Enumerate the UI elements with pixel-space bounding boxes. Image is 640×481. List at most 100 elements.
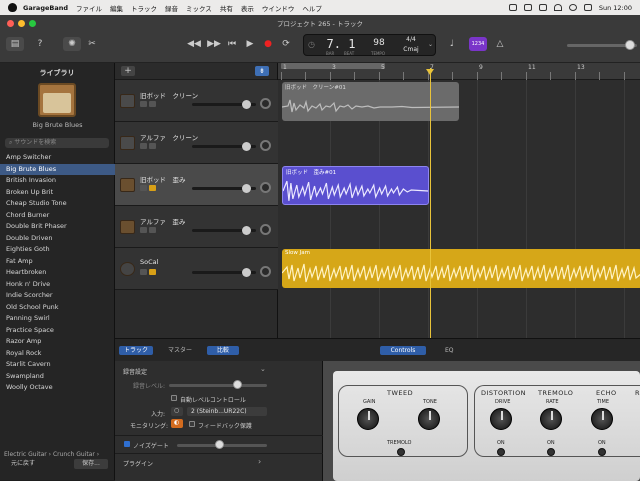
mute-button[interactable] bbox=[140, 227, 147, 233]
rate-knob[interactable] bbox=[540, 408, 562, 430]
track-header[interactable]: SoCal bbox=[115, 248, 278, 290]
smart-filter-button[interactable]: ⇟ bbox=[255, 66, 269, 76]
menu-help[interactable]: ヘルプ bbox=[302, 3, 322, 13]
editors-button[interactable]: ✂ bbox=[84, 37, 100, 51]
lcd-display[interactable]: ◷ 7. 1 BAR BEAT 98 TEMPO 4/4 Cmaj ⌄ bbox=[303, 34, 436, 56]
tab-track[interactable]: トラック bbox=[119, 346, 154, 355]
track-header[interactable]: アルファ クリーン bbox=[115, 122, 278, 164]
library-item[interactable]: Royal Rock bbox=[0, 348, 115, 360]
drive-knob[interactable] bbox=[490, 408, 512, 430]
compare-button[interactable]: 比較 bbox=[207, 346, 239, 355]
headphones-button[interactable] bbox=[149, 101, 156, 107]
library-item[interactable]: Chord Burner bbox=[0, 210, 115, 222]
menu-view[interactable]: 表示 bbox=[241, 3, 254, 13]
tab-controls[interactable]: Controls bbox=[380, 346, 426, 355]
library-item[interactable]: Indie Scorcher bbox=[0, 290, 115, 302]
help-button[interactable]: ? bbox=[32, 37, 48, 51]
control-center-icon[interactable] bbox=[583, 4, 592, 11]
track-header[interactable]: 旧ボッド 歪み bbox=[115, 164, 278, 206]
library-item[interactable]: Swampland bbox=[0, 371, 115, 383]
cycle-button[interactable]: ⟳ bbox=[278, 37, 294, 51]
track-header[interactable]: アルファ 歪み bbox=[115, 206, 278, 248]
distortion-on-switch[interactable] bbox=[497, 448, 505, 456]
auto-level-checkbox[interactable] bbox=[171, 395, 177, 401]
menu-track[interactable]: トラック bbox=[131, 3, 157, 13]
collapse-icon[interactable]: ⌄ bbox=[260, 365, 266, 373]
menu-edit[interactable]: 編集 bbox=[110, 3, 123, 13]
monitoring-button[interactable]: ◐ bbox=[171, 419, 183, 428]
gain-knob[interactable] bbox=[357, 408, 379, 430]
rewind-button[interactable]: ◀◀ bbox=[186, 37, 202, 51]
library-item[interactable]: Heartbroken bbox=[0, 267, 115, 279]
record-level-slider[interactable] bbox=[169, 380, 267, 389]
tab-eq[interactable]: EQ bbox=[440, 346, 459, 355]
mute-button[interactable] bbox=[140, 185, 147, 191]
library-item[interactable]: Broken Up Brit bbox=[0, 187, 115, 199]
count-in-button[interactable]: 1234 bbox=[469, 37, 487, 51]
headphones-button[interactable] bbox=[149, 185, 156, 191]
library-item[interactable]: Starlit Cavern bbox=[0, 359, 115, 371]
input-select[interactable]: 2 (Steinb...UR22C) bbox=[187, 407, 267, 416]
go-to-beginning-button[interactable]: ⏮ bbox=[224, 37, 240, 51]
track-pan-knob[interactable] bbox=[260, 266, 271, 277]
track-volume-slider[interactable] bbox=[192, 100, 256, 109]
library-breadcrumb[interactable]: Electric Guitar › Crunch Guitar › bbox=[0, 451, 115, 458]
battery-icon[interactable] bbox=[538, 4, 547, 11]
fast-forward-button[interactable]: ▶▶ bbox=[206, 37, 222, 51]
audio-region[interactable]: 旧ボッド クリーン#01 bbox=[282, 82, 459, 121]
library-item[interactable]: Amp Switcher bbox=[0, 152, 115, 164]
library-item[interactable]: Woolly Octave bbox=[0, 382, 115, 394]
app-menu[interactable]: GarageBand bbox=[23, 4, 68, 12]
menu-record[interactable]: 録音 bbox=[165, 3, 178, 13]
track-header[interactable]: 旧ボッド クリーン bbox=[115, 80, 278, 122]
library-item[interactable]: Big Brute Blues bbox=[0, 163, 115, 175]
track-volume-knob[interactable] bbox=[242, 184, 251, 193]
track-volume-slider[interactable] bbox=[192, 184, 256, 193]
input-channel-button[interactable]: ○ bbox=[171, 407, 183, 416]
mute-button[interactable] bbox=[140, 101, 147, 107]
library-item[interactable]: Eighties Goth bbox=[0, 244, 115, 256]
record-button[interactable]: ● bbox=[260, 37, 276, 51]
track-pan-knob[interactable] bbox=[260, 140, 271, 151]
menu-share[interactable]: 共有 bbox=[220, 3, 233, 13]
track-pan-knob[interactable] bbox=[260, 224, 271, 235]
track-volume-slider[interactable] bbox=[192, 226, 256, 235]
library-item[interactable]: Old School Punk bbox=[0, 302, 115, 314]
tuner-button[interactable]: ♩ bbox=[444, 37, 460, 51]
noise-gate-slider[interactable] bbox=[177, 440, 267, 449]
menu-clock[interactable]: Sun 12:00 bbox=[599, 4, 632, 12]
smart-controls-button[interactable]: ✺ bbox=[63, 37, 81, 51]
menu-window[interactable]: ウインドウ bbox=[262, 3, 295, 13]
playhead[interactable] bbox=[430, 68, 431, 338]
track-volume-knob[interactable] bbox=[242, 142, 251, 151]
search-icon[interactable] bbox=[568, 4, 577, 11]
track-volume-slider[interactable] bbox=[192, 142, 256, 151]
menu-file[interactable]: ファイル bbox=[76, 3, 102, 13]
library-button[interactable]: ▤ bbox=[6, 37, 24, 51]
tab-master[interactable]: マスター bbox=[163, 346, 197, 355]
timeline-ruler[interactable]: 1 3 5 7 9 11 13 bbox=[278, 63, 640, 80]
library-item[interactable]: Practice Space bbox=[0, 325, 115, 337]
noise-gate-checkbox[interactable] bbox=[124, 441, 130, 447]
tremolo-on-switch[interactable] bbox=[547, 448, 555, 456]
revert-button[interactable]: 元に戻す bbox=[6, 459, 40, 469]
plugins-label[interactable]: プラグイン bbox=[123, 459, 153, 468]
mute-button[interactable] bbox=[140, 269, 147, 275]
mute-button[interactable] bbox=[140, 143, 147, 149]
screen-icon[interactable] bbox=[508, 4, 517, 11]
display-icon[interactable] bbox=[523, 4, 532, 11]
master-volume-knob[interactable] bbox=[625, 40, 635, 50]
headphones-button[interactable] bbox=[149, 269, 156, 275]
record-level-knob[interactable] bbox=[233, 380, 242, 389]
audio-region[interactable]: 旧ボッド 歪み#01 bbox=[282, 166, 429, 205]
play-button[interactable]: ▶ bbox=[242, 37, 258, 51]
menu-mix[interactable]: ミックス bbox=[186, 3, 212, 13]
feedback-protection-checkbox[interactable] bbox=[189, 421, 195, 427]
master-volume-slider[interactable] bbox=[567, 40, 637, 50]
tremolo-switch[interactable] bbox=[397, 448, 405, 456]
headphones-button[interactable] bbox=[149, 227, 156, 233]
track-pan-knob[interactable] bbox=[260, 182, 271, 193]
library-item[interactable]: Panning Swirl bbox=[0, 313, 115, 325]
library-item[interactable]: Cheap Studio Tone bbox=[0, 198, 115, 210]
library-item[interactable]: Double Brit Phaser bbox=[0, 221, 115, 233]
